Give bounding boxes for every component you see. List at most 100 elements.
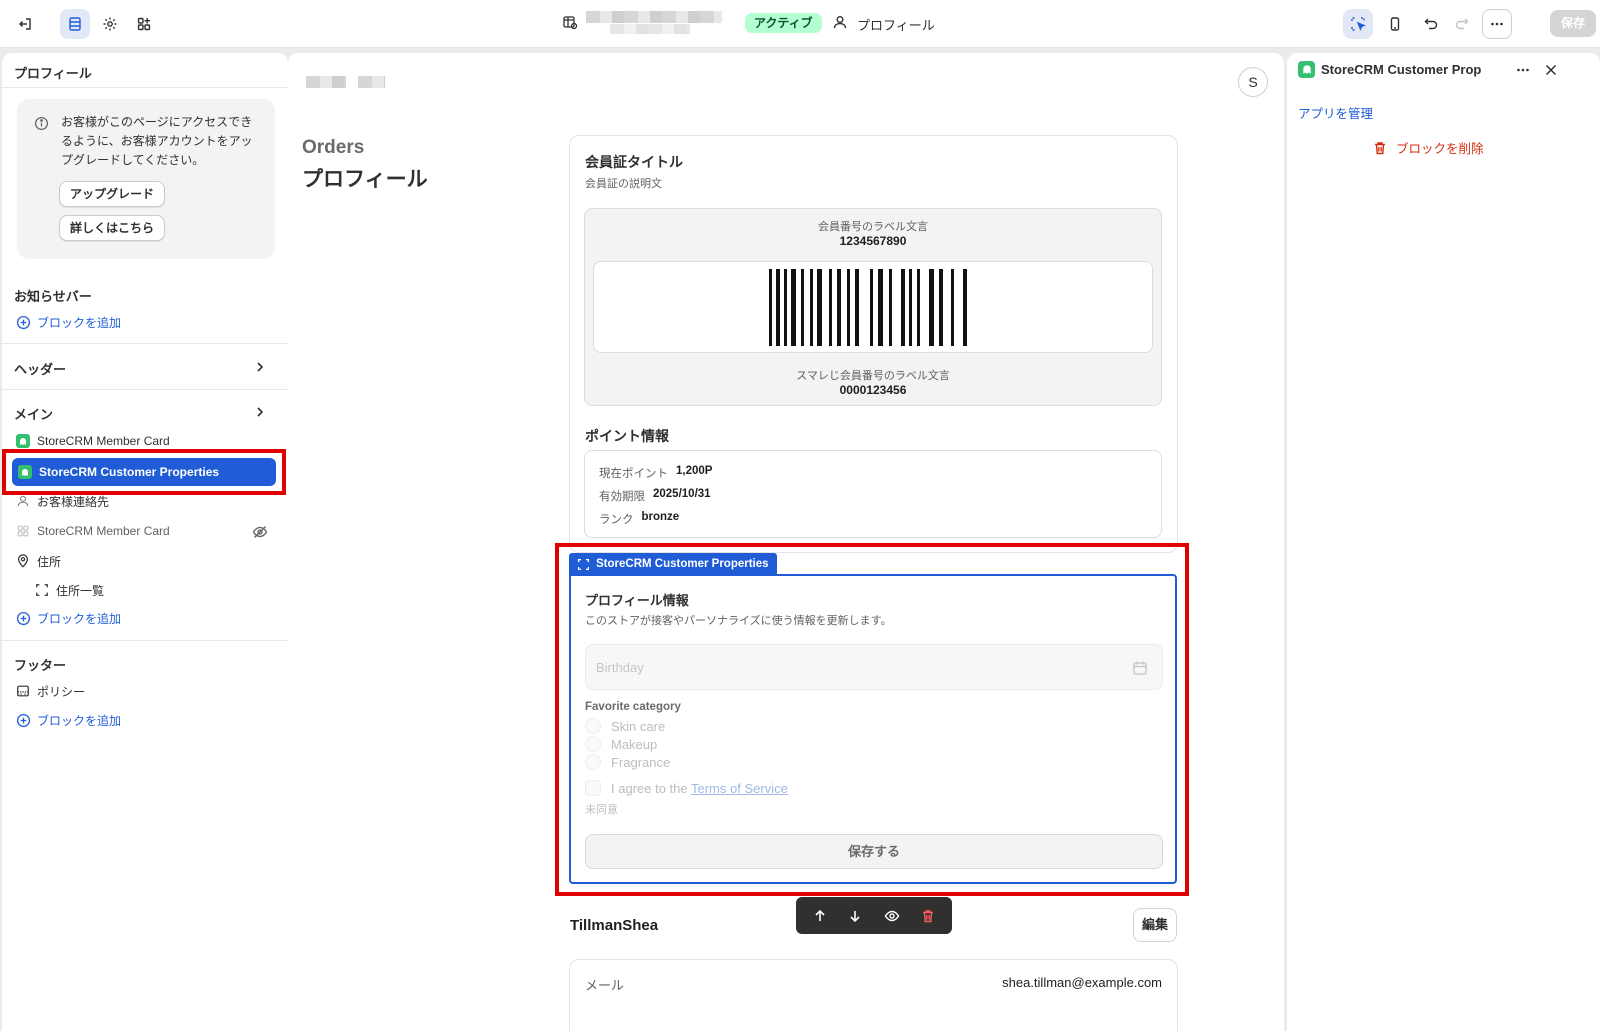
points-value: 1,200P — [676, 465, 713, 477]
page-title: プロフィール — [302, 168, 428, 191]
chevron-right-icon[interactable] — [254, 361, 266, 373]
chevron-right-icon[interactable] — [254, 406, 266, 418]
store-name-redacted-2 — [610, 24, 690, 34]
smaregi-number-label: スマレじ会員番号のラベル文言 — [796, 370, 950, 382]
trash-icon — [1375, 141, 1385, 154]
eye-hidden-icon[interactable] — [252, 524, 268, 540]
barcode — [593, 261, 1153, 353]
sidebar-item-label: ポリシー — [37, 684, 86, 699]
sidebar-item-policy[interactable]: ポリシー — [16, 681, 85, 701]
points-panel: 現在ポイント 1,200P 有効期限 2025/10/31 ランク bronze — [584, 450, 1162, 538]
points-title: ポイント情報 — [585, 428, 669, 444]
points-row: ランク bronze — [599, 511, 679, 527]
logo-redacted — [306, 76, 346, 88]
points-row: 現在ポイント 1,200P — [599, 465, 712, 481]
sidebar-item-address-list[interactable]: 住所一覧 — [35, 580, 104, 600]
gear-icon[interactable] — [95, 9, 125, 39]
location-pin-icon — [18, 554, 28, 568]
arrow-up-icon[interactable] — [813, 909, 827, 923]
delete-block-label: ブロックを削除 — [1396, 142, 1484, 156]
points-row: 有効期限 2025/10/31 — [599, 488, 711, 504]
sidebar-item-label: お客様連絡先 — [37, 494, 110, 509]
sidebar-item-label: StoreCRM Member Card — [37, 524, 170, 538]
top-bar: アクティブ プロフィール 保存 — [0, 0, 1600, 48]
sidebar-item-member-card-hidden[interactable]: StoreCRM Member Card — [16, 521, 170, 541]
app-icon — [1298, 61, 1315, 78]
contact-card: メール shea.tillman@example.com — [569, 959, 1178, 1031]
inspector-icon[interactable] — [1343, 9, 1373, 39]
upgrade-button[interactable]: アップグレード — [59, 181, 166, 207]
announcement-section-title: お知らせバー — [14, 289, 92, 304]
highlight-box — [555, 543, 1189, 896]
arrow-down-icon[interactable] — [848, 909, 862, 923]
info-icon — [34, 116, 49, 131]
add-block-link[interactable]: ブロックを追加 — [16, 712, 121, 729]
main-section-title[interactable]: メイン — [14, 404, 53, 423]
points-label: 現在ポイント — [599, 468, 668, 480]
sidebar-item-member-card[interactable]: StoreCRM Member Card — [16, 431, 170, 451]
more-options-icon[interactable] — [1515, 62, 1531, 78]
more-actions-icon[interactable] — [1482, 9, 1512, 39]
block-toolbar — [796, 897, 952, 934]
learn-more-button[interactable]: 詳しくはこちら — [59, 215, 166, 241]
sidebar-item-label: 住所一覧 — [56, 583, 105, 598]
block-frame-icon — [36, 584, 48, 596]
close-icon[interactable] — [1543, 62, 1559, 78]
divider — [2, 87, 288, 88]
app-icon — [16, 434, 30, 448]
delete-block-button[interactable]: ブロックを削除 — [1373, 138, 1484, 157]
plus-circle-icon — [16, 611, 31, 626]
apps-faded-icon — [17, 525, 29, 537]
email-label: メール — [585, 978, 625, 993]
points-value: bronze — [641, 511, 680, 523]
plus-circle-icon — [16, 315, 31, 330]
points-label: ランク — [599, 514, 634, 526]
smaregi-number: 0000123456 — [839, 383, 907, 397]
member-card-description: 会員証の説明文 — [585, 178, 662, 190]
header-section-title[interactable]: ヘッダー — [14, 359, 66, 378]
highlight-box — [2, 449, 286, 495]
eye-icon[interactable] — [884, 908, 900, 924]
page-selector[interactable]: プロフィール — [857, 15, 935, 34]
add-block-link[interactable]: ブロックを追加 — [16, 314, 121, 331]
member-number-label: 会員番号のラベル文言 — [818, 221, 928, 233]
apps-icon[interactable] — [129, 9, 159, 39]
footer-section-title: フッター — [14, 658, 67, 673]
divider — [2, 389, 288, 390]
user-icon — [832, 14, 848, 30]
preview-canvas: S Orders プロフィール 会員証タイトル 会員証の説明文 会員番号のラベル… — [288, 53, 1284, 1031]
member-number: 1234567890 — [839, 234, 907, 248]
policy-icon — [17, 685, 29, 697]
exit-icon[interactable] — [10, 9, 40, 39]
panel-title: StoreCRM Customer Prop — [1321, 62, 1482, 77]
sidebar-item-label: StoreCRM Member Card — [37, 434, 170, 448]
save-button[interactable]: 保存 — [1550, 10, 1596, 37]
sidebar-title: プロフィール — [14, 66, 92, 81]
add-block-label: ブロックを追加 — [37, 714, 122, 728]
sections-icon[interactable] — [60, 9, 90, 39]
status-badge: アクティブ — [745, 13, 822, 33]
upgrade-banner: お客様がこのページにアクセスできるように、お客様アカウントをアップグレードしてく… — [17, 99, 275, 259]
avatar[interactable]: S — [1238, 67, 1268, 97]
person-icon — [17, 495, 29, 507]
divider — [2, 343, 288, 344]
add-block-link[interactable]: ブロックを追加 — [16, 610, 121, 627]
plus-circle-icon — [16, 713, 31, 728]
upgrade-message: お客様がこのページにアクセスできるように、お客様アカウントをアップグレードしてく… — [61, 115, 253, 167]
mobile-preview-icon[interactable] — [1380, 9, 1410, 39]
undo-icon[interactable] — [1416, 9, 1446, 39]
divider — [2, 640, 288, 641]
redo-icon[interactable] — [1447, 9, 1477, 39]
sidebar-item-address[interactable]: 住所 — [16, 551, 61, 571]
edit-button[interactable]: 編集 — [1133, 908, 1177, 942]
store-name-redacted — [586, 11, 722, 23]
points-label: 有効期限 — [599, 491, 645, 503]
manage-app-link[interactable]: アプリを管理 — [1298, 103, 1373, 122]
barcode-panel: 会員番号のラベル文言 1234567890 スマレじ会員番号のラベル文言 000… — [584, 208, 1162, 406]
orders-link[interactable]: Orders — [302, 137, 364, 159]
right-sidebar: StoreCRM Customer Prop アプリを管理 ブロックを削除 — [1287, 53, 1600, 1031]
sidebar-item-label: 住所 — [37, 554, 62, 569]
trash-icon[interactable] — [921, 909, 935, 923]
add-block-label: ブロックを追加 — [37, 612, 122, 626]
barcode-icon — [769, 269, 967, 346]
